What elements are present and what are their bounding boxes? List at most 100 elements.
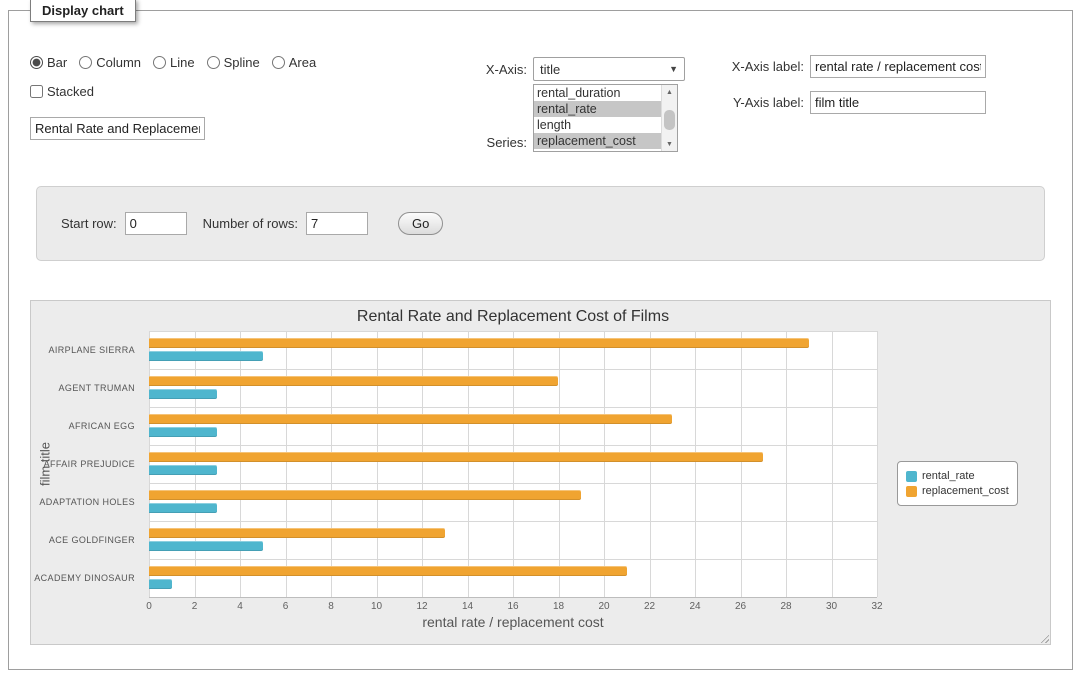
x-axis-select-value: title bbox=[540, 62, 560, 77]
gridline bbox=[331, 331, 332, 597]
chart-type-radio-spline[interactable] bbox=[207, 56, 220, 69]
category-label: ADAPTATION HOLES bbox=[31, 483, 143, 521]
bar-replacement_cost bbox=[149, 376, 558, 386]
series-option-replacement_cost[interactable]: replacement_cost bbox=[534, 133, 662, 149]
gridline bbox=[149, 331, 150, 597]
legend-item-rental_rate[interactable]: rental_rate bbox=[906, 470, 1009, 482]
y-axis-label-input[interactable] bbox=[810, 91, 986, 114]
gridline bbox=[513, 331, 514, 597]
number-of-rows-label: Number of rows: bbox=[203, 216, 298, 231]
gridline bbox=[240, 331, 241, 597]
bar-replacement_cost bbox=[149, 566, 627, 576]
x-axis-select[interactable]: title ▼ bbox=[533, 57, 685, 81]
category-label: AFFAIR PREJUDICE bbox=[31, 445, 143, 483]
category-label: ACE GOLDFINGER bbox=[31, 521, 143, 559]
x-axis-label-field-label: X-Axis label: bbox=[704, 59, 804, 74]
chart-type-column[interactable]: Column bbox=[79, 55, 141, 70]
bar-rental_rate bbox=[149, 351, 263, 361]
number-of-rows-input[interactable] bbox=[306, 212, 368, 235]
scrollbar-thumb[interactable] bbox=[664, 110, 675, 130]
chart-type-label: Bar bbox=[47, 55, 67, 70]
chart-title-input[interactable] bbox=[30, 117, 205, 140]
display-chart-panel: Display chart BarColumnLineSplineArea St… bbox=[8, 10, 1073, 670]
bar-rental_rate bbox=[149, 541, 263, 551]
gridline bbox=[149, 521, 877, 522]
gridline bbox=[149, 407, 877, 408]
chart-type-label: Column bbox=[96, 55, 141, 70]
chart-type-spline[interactable]: Spline bbox=[207, 55, 260, 70]
series-label: Series: bbox=[467, 135, 527, 150]
gridline bbox=[195, 331, 196, 597]
series-listbox[interactable]: rental_durationrental_ratelengthreplacem… bbox=[533, 84, 678, 152]
chart-type-radio-area[interactable] bbox=[272, 56, 285, 69]
scroll-down-icon[interactable]: ▼ bbox=[662, 137, 677, 151]
gridline bbox=[695, 331, 696, 597]
chart-type-column: Bar Column Line Spline Area Stacked bbox=[30, 55, 328, 140]
chart-type-label: Line bbox=[170, 55, 195, 70]
bar-rental_rate bbox=[149, 389, 217, 399]
chart-title: Rental Rate and Replacement Cost of Film… bbox=[149, 308, 877, 326]
axis-labels-column: X-Axis label: Y-Axis label: bbox=[704, 55, 986, 127]
y-axis-label-field-label: Y-Axis label: bbox=[704, 95, 804, 110]
chart-type-bar[interactable]: Bar bbox=[30, 55, 67, 70]
x-tick-label: 16 bbox=[498, 601, 528, 612]
legend-swatch bbox=[906, 471, 917, 482]
bar-rental_rate bbox=[149, 427, 217, 437]
x-axis-title: rental rate / replacement cost bbox=[149, 614, 877, 630]
series-list-scrollbar[interactable]: ▲ ▼ bbox=[661, 85, 677, 151]
legend-item-replacement_cost[interactable]: replacement_cost bbox=[906, 485, 1009, 497]
bar-rental_rate bbox=[149, 503, 217, 513]
legend-label: replacement_cost bbox=[922, 485, 1009, 497]
gridline bbox=[559, 331, 560, 597]
chart-type-label: Spline bbox=[224, 55, 260, 70]
gridline bbox=[741, 331, 742, 597]
legend-label: rental_rate bbox=[922, 470, 975, 482]
resize-handle-icon[interactable] bbox=[1038, 632, 1049, 643]
x-axis-select-label: X-Axis: bbox=[467, 62, 527, 77]
bar-replacement_cost bbox=[149, 528, 445, 538]
series-option-rental_duration[interactable]: rental_duration bbox=[534, 85, 662, 101]
stacked-checkbox-row[interactable]: Stacked bbox=[30, 84, 328, 99]
x-tick-label: 2 bbox=[180, 601, 210, 612]
gridline bbox=[149, 597, 877, 598]
x-tick-label: 4 bbox=[225, 601, 255, 612]
chart-controls: Bar Column Line Spline Area Stacked X-Axis: … bbox=[9, 11, 1072, 176]
bar-replacement_cost bbox=[149, 452, 763, 462]
gridline bbox=[832, 331, 833, 597]
bar-replacement_cost bbox=[149, 414, 672, 424]
bar-rental_rate bbox=[149, 579, 172, 589]
x-tick-label: 30 bbox=[817, 601, 847, 612]
series-option-rental_rate[interactable]: rental_rate bbox=[534, 101, 662, 117]
chart-type-radio-column[interactable] bbox=[79, 56, 92, 69]
row-range-panel: Start row: Number of rows: Go bbox=[36, 186, 1045, 261]
category-label: AGENT TRUMAN bbox=[31, 369, 143, 407]
series-option-length[interactable]: length bbox=[534, 117, 662, 133]
bar-replacement_cost bbox=[149, 490, 581, 500]
x-axis-label-input[interactable] bbox=[810, 55, 986, 78]
gridline bbox=[650, 331, 651, 597]
gridline bbox=[149, 559, 877, 560]
stacked-checkbox[interactable] bbox=[30, 85, 43, 98]
scroll-up-icon[interactable]: ▲ bbox=[662, 85, 677, 99]
x-tick-label: 8 bbox=[316, 601, 346, 612]
x-tick-label: 0 bbox=[134, 601, 164, 612]
x-tick-label: 24 bbox=[680, 601, 710, 612]
axis-series-column: X-Axis: title ▼ Series: rental_durationr… bbox=[467, 57, 685, 155]
legend-swatch bbox=[906, 486, 917, 497]
chart-container: Rental Rate and Replacement Cost of Film… bbox=[30, 300, 1051, 645]
chart-type-line[interactable]: Line bbox=[153, 55, 195, 70]
series-options: rental_durationrental_ratelengthreplacem… bbox=[534, 85, 662, 149]
chart-type-area[interactable]: Area bbox=[272, 55, 316, 70]
chart-type-label: Area bbox=[289, 55, 316, 70]
chart-type-radio-line[interactable] bbox=[153, 56, 166, 69]
start-row-input[interactable] bbox=[125, 212, 187, 235]
gridline bbox=[468, 331, 469, 597]
scrollbar-track[interactable] bbox=[662, 99, 677, 137]
go-button[interactable]: Go bbox=[398, 212, 443, 235]
x-tick-label: 14 bbox=[453, 601, 483, 612]
chevron-down-icon: ▼ bbox=[669, 64, 678, 74]
chart-type-radio-bar[interactable] bbox=[30, 56, 43, 69]
gridline bbox=[604, 331, 605, 597]
x-tick-label: 22 bbox=[635, 601, 665, 612]
gridline bbox=[149, 369, 877, 370]
